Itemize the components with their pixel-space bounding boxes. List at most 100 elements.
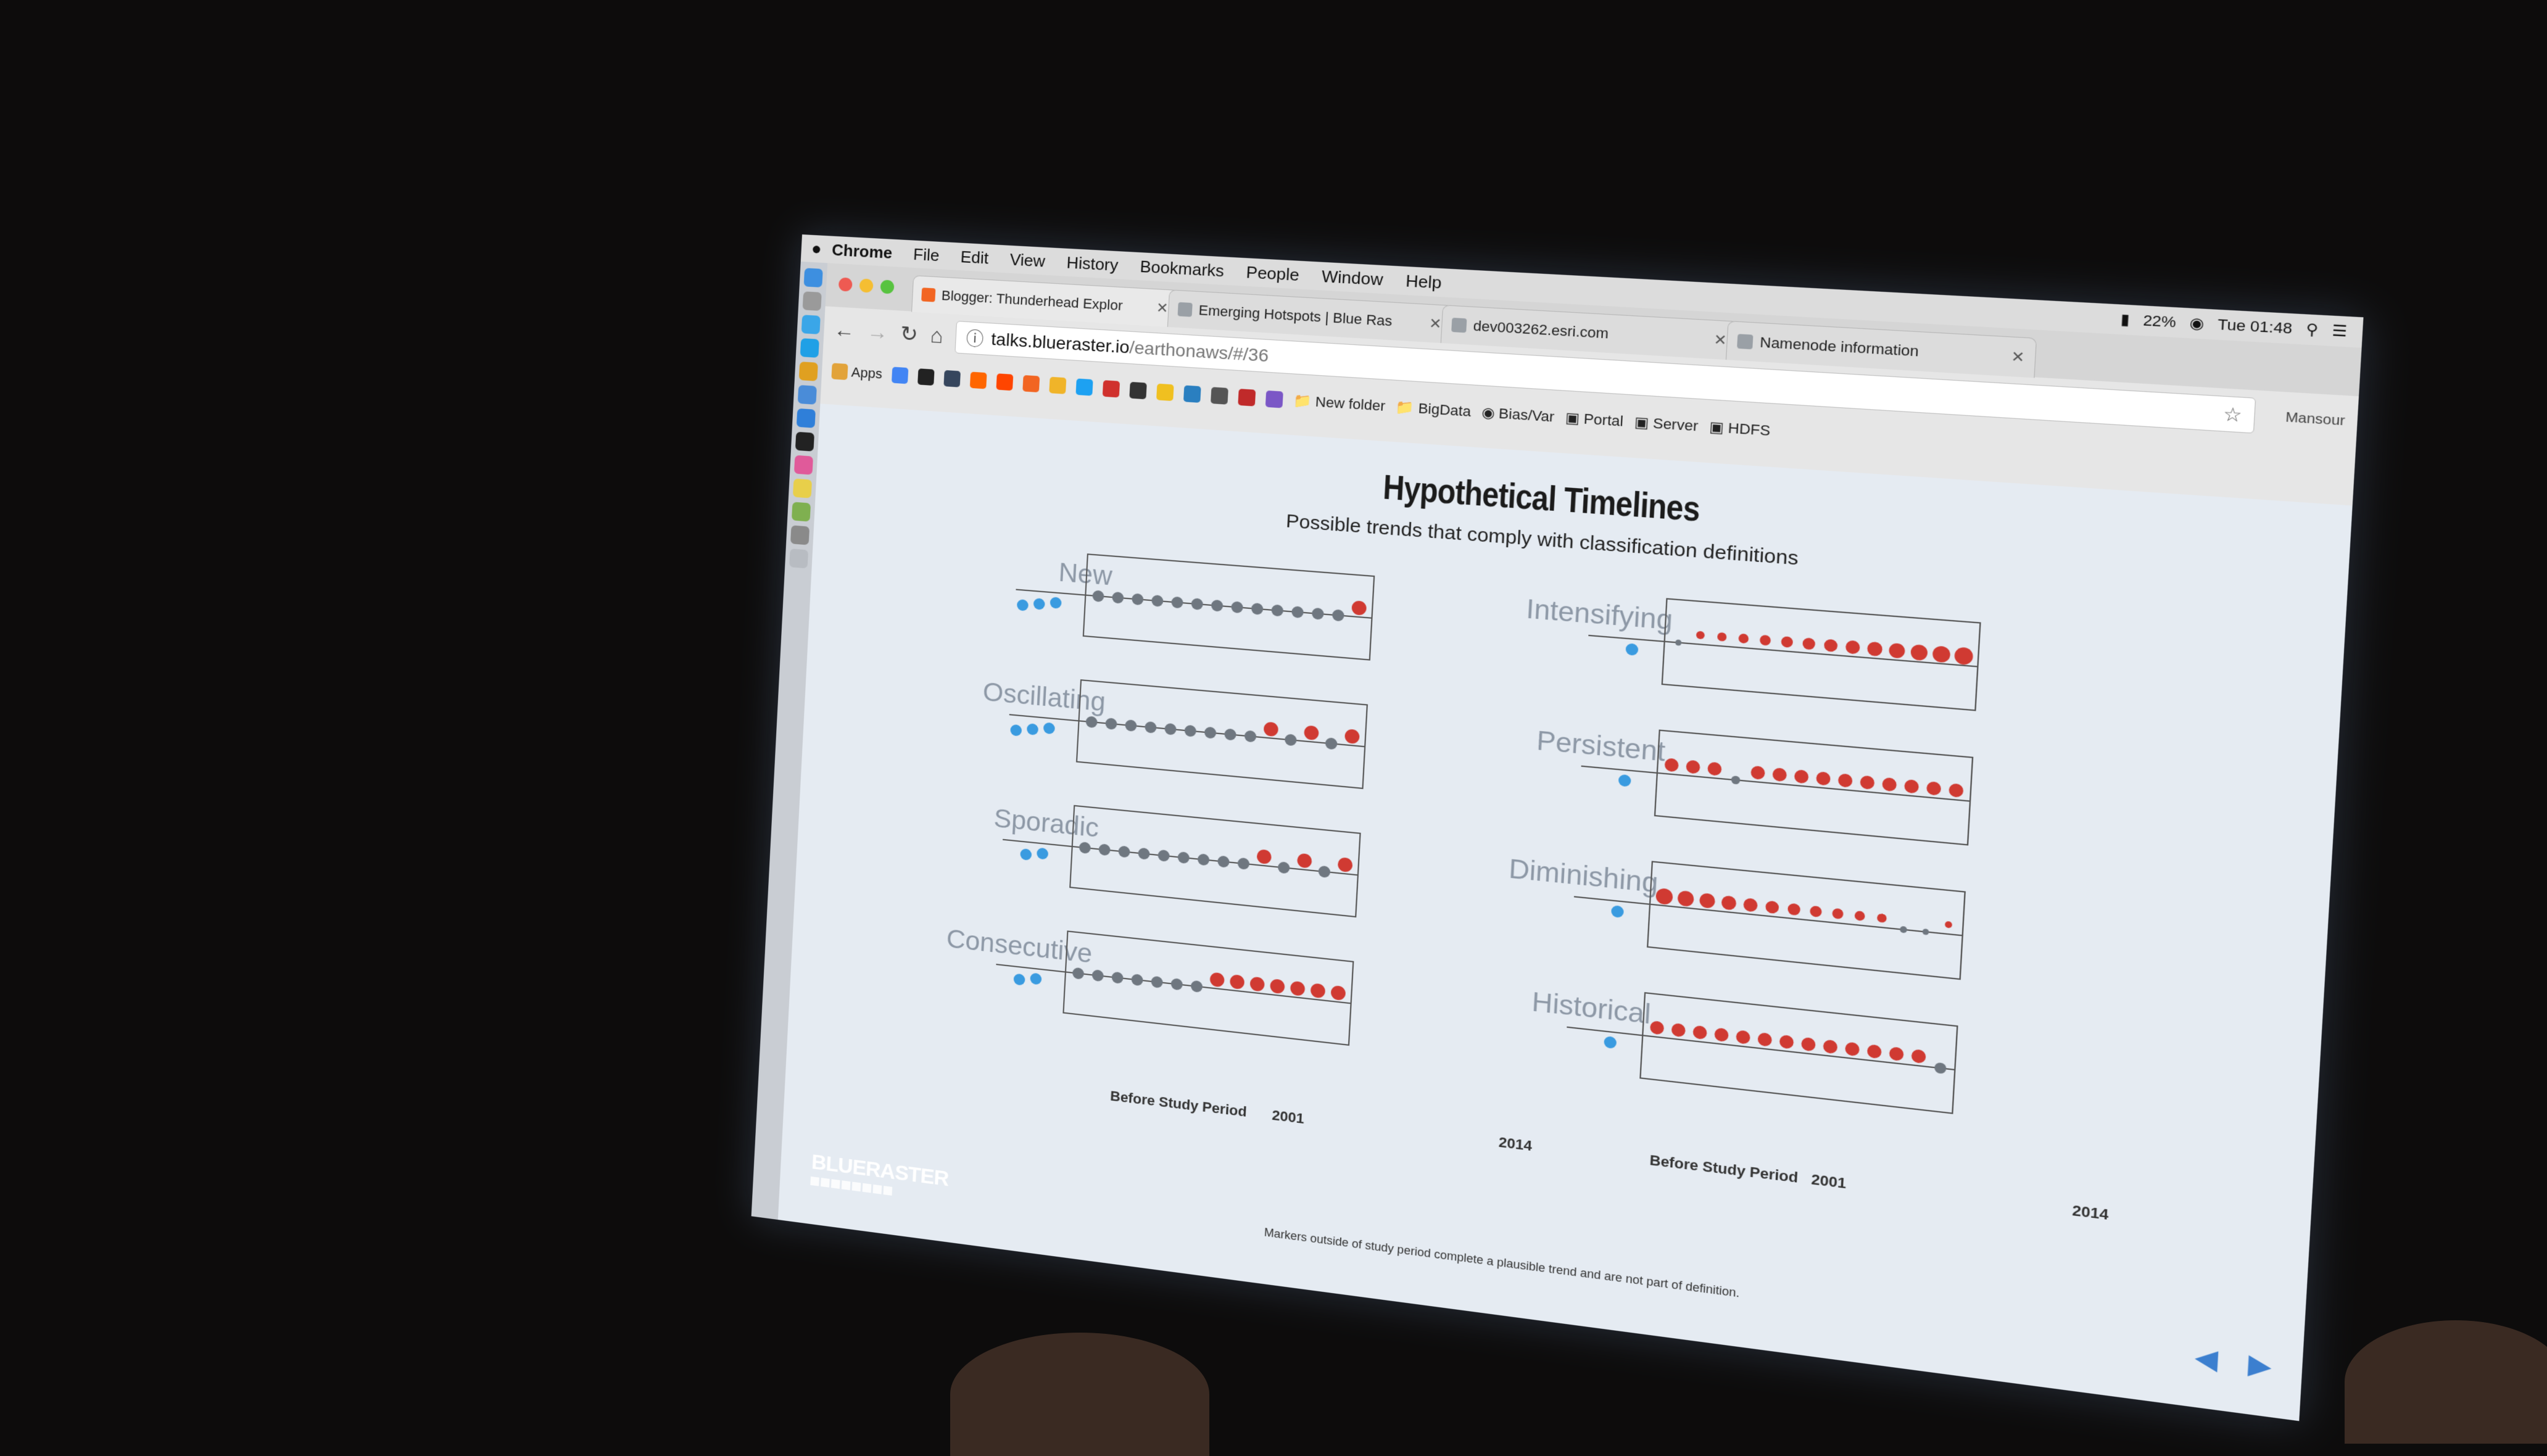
- hot-spot-marker: [1867, 642, 1883, 657]
- slide-navigation: ◀ ▶: [2194, 1341, 2272, 1383]
- settings-icon[interactable]: [790, 525, 810, 545]
- launchpad-icon[interactable]: [803, 291, 822, 311]
- engadget-icon[interactable]: [1129, 382, 1146, 399]
- audience-head-left: [950, 1333, 1209, 1456]
- kaggle-icon[interactable]: [1156, 384, 1174, 401]
- wifi-icon[interactable]: ◉: [2189, 314, 2205, 333]
- hot-spot-marker: [1824, 639, 1838, 652]
- home-icon[interactable]: ⌂: [930, 323, 944, 349]
- hot-spot-marker: [1304, 725, 1319, 740]
- hot-spot-marker: [1351, 600, 1367, 616]
- skype-icon[interactable]: [800, 338, 819, 358]
- minimize-window-icon[interactable]: [859, 278, 874, 292]
- terminal-icon[interactable]: [795, 432, 814, 452]
- hot-spot-marker: [1772, 767, 1787, 782]
- next-slide-icon[interactable]: ▶: [2247, 1348, 2272, 1383]
- close-window-icon[interactable]: [839, 277, 853, 291]
- cold-marker: [1191, 598, 1203, 610]
- ycombinator-icon[interactable]: [970, 372, 987, 389]
- reload-icon[interactable]: ↻: [900, 321, 919, 347]
- tab-label: Emerging Hotspots | Blue Ras: [1198, 302, 1393, 330]
- hot-spot-marker: [1686, 760, 1700, 774]
- itunes-icon[interactable]: [794, 455, 813, 475]
- menu-people[interactable]: People: [1246, 262, 1300, 285]
- profile-name[interactable]: Mansour: [2285, 410, 2345, 429]
- back-icon[interactable]: ←: [833, 318, 855, 343]
- cold-marker: [1085, 716, 1098, 728]
- hot-spot-marker: [1911, 1049, 1926, 1064]
- hot-spot-marker: [1344, 729, 1360, 744]
- hot-spot-marker: [1696, 631, 1705, 639]
- bookmark-folder[interactable]: ▣ Portal: [1565, 410, 1624, 431]
- battery-percent: 22%: [2143, 312, 2177, 331]
- hot-spot-marker: [1904, 779, 1919, 794]
- hot-spot-marker: [1949, 783, 1964, 798]
- reddit-icon[interactable]: [996, 373, 1014, 391]
- pinterest-icon[interactable]: [1103, 380, 1120, 397]
- hot-spot-marker: [1787, 903, 1800, 916]
- cold-marker: [1184, 725, 1196, 737]
- hot-spot-marker: [1802, 637, 1815, 650]
- bookmark-folder[interactable]: 📁 BigData: [1396, 399, 1472, 420]
- hot-spot-marker: [1889, 643, 1905, 659]
- finder-icon[interactable]: [804, 268, 823, 287]
- forward-icon[interactable]: →: [866, 320, 888, 345]
- hot-spot-marker: [1945, 921, 1952, 929]
- github-icon[interactable]: [917, 368, 935, 386]
- hot-spot-marker: [1816, 771, 1831, 785]
- menu-edit[interactable]: Edit: [960, 247, 989, 268]
- close-tab-icon[interactable]: ✕: [1422, 315, 1442, 333]
- bookmark-icon[interactable]: [1211, 387, 1228, 405]
- menu-app-name[interactable]: Chrome: [831, 240, 892, 262]
- menu-help[interactable]: Help: [1405, 271, 1442, 293]
- google-icon[interactable]: [892, 367, 908, 384]
- bookmark-folder[interactable]: ▣ HDFS: [1709, 418, 1771, 439]
- projected-screen: ● Chrome File Edit View History Bookmark…: [752, 234, 2364, 1421]
- close-tab-icon[interactable]: ✕: [1707, 331, 1728, 349]
- apps-shortcut[interactable]: Apps: [831, 363, 882, 382]
- hot-spot-marker: [1889, 1046, 1903, 1061]
- mail-icon[interactable]: [798, 385, 817, 405]
- hot-spot-marker: [1311, 983, 1326, 998]
- chrome-icon[interactable]: [799, 362, 818, 381]
- menu-window[interactable]: Window: [1321, 267, 1383, 290]
- bookmark-icon[interactable]: [1238, 389, 1256, 407]
- tumblr-icon[interactable]: [943, 370, 961, 387]
- spotlight-icon[interactable]: ⚲: [2305, 320, 2319, 339]
- blogger-bookmark-icon[interactable]: [1022, 375, 1040, 392]
- zoom-window-icon[interactable]: [880, 279, 894, 294]
- cold-marker: [1105, 718, 1117, 730]
- menu-file[interactable]: File: [913, 244, 940, 265]
- snowflake-icon[interactable]: [1183, 385, 1201, 403]
- cold-marker: [1251, 603, 1264, 615]
- hot-spot-marker: [1910, 644, 1928, 661]
- amazon-icon[interactable]: [1049, 377, 1066, 394]
- notes-icon[interactable]: [793, 479, 812, 498]
- before-period-marker: [1010, 724, 1022, 737]
- apple-menu-icon[interactable]: ●: [801, 238, 832, 260]
- prev-slide-icon[interactable]: ◀: [2194, 1341, 2219, 1376]
- bookmark-folder[interactable]: ◉ Bias/Var: [1481, 404, 1555, 426]
- trash-icon[interactable]: [789, 548, 808, 568]
- hot-spot-marker: [1845, 1042, 1860, 1057]
- twitter-icon[interactable]: [1076, 378, 1093, 395]
- close-tab-icon[interactable]: ✕: [1149, 299, 1169, 316]
- battery-icon[interactable]: ▮: [2120, 310, 2130, 329]
- menu-view[interactable]: View: [1009, 250, 1046, 271]
- tab-label: Blogger: Thunderhead Explor: [941, 287, 1123, 314]
- preview-icon[interactable]: [792, 502, 811, 521]
- bookmark-icon[interactable]: [1265, 391, 1283, 408]
- bookmark-folder[interactable]: ▣ Server: [1634, 414, 1699, 435]
- cold-marker: [1922, 929, 1929, 935]
- slide: Hypothetical Timelines Possible trends t…: [778, 403, 2353, 1421]
- safari-icon[interactable]: [801, 315, 821, 334]
- appstore-icon[interactable]: [797, 408, 816, 428]
- notification-icon[interactable]: ☰: [2332, 322, 2348, 341]
- close-tab-icon[interactable]: ✕: [2003, 348, 2025, 366]
- menu-history[interactable]: History: [1066, 252, 1119, 275]
- clock[interactable]: Tue 01:48: [2217, 316, 2293, 338]
- bookmark-star-icon[interactable]: ☆: [2222, 402, 2243, 426]
- bookmark-folder[interactable]: 📁 New folder: [1293, 392, 1386, 415]
- page-info-icon[interactable]: ⓘ: [966, 325, 985, 351]
- menu-bookmarks[interactable]: Bookmarks: [1140, 257, 1225, 281]
